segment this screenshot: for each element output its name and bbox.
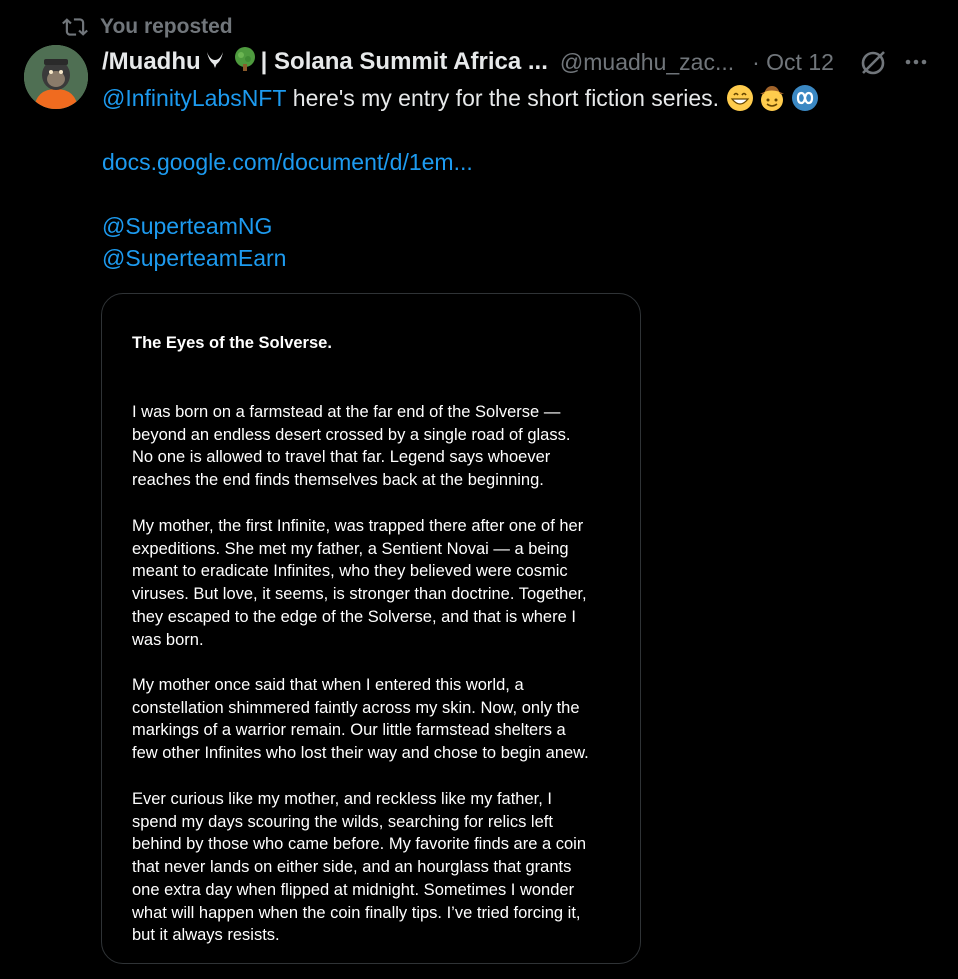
document-line: that never lands on either side, and an … [132, 858, 572, 877]
mention-superteamng[interactable]: @SuperteamNG [102, 210, 272, 242]
tweet-line-1: @InfinityLabsNFT here's my entry for the… [102, 82, 820, 114]
author-handle[interactable]: @muadhu_zac... [560, 49, 734, 76]
document-line: meant to eradicate Infinites, who they b… [132, 562, 568, 581]
tweet-header: /Muadhu | Solana Summit Africa ... @muad… [102, 44, 834, 80]
document-paragraph-2: My mother, the first Infinite, was trapp… [132, 515, 622, 651]
tweet-line-mention-1: @SuperteamNG [102, 210, 820, 242]
tweet-date[interactable]: · Oct 12 [752, 49, 834, 76]
display-name[interactable]: /Muadhu | Solana Summit Africa ... [102, 46, 548, 79]
document-line: few other Infinites who lost their way a… [132, 744, 589, 763]
tweet-line-link: docs.google.com/document/d/1em... [102, 146, 820, 178]
cowboy-emoji-icon [757, 83, 787, 113]
document-line: No one is allowed to travel that far. Le… [132, 448, 551, 467]
horns-emoji-icon [204, 48, 226, 77]
tweet-line-mention-2: @SuperteamEarn [102, 242, 820, 274]
tweet-text: @InfinityLabsNFT here's my entry for the… [102, 82, 820, 274]
repost-label: You reposted [100, 15, 233, 38]
document-line: spend my days scouring the wilds, search… [132, 812, 553, 831]
document-line: was born. [132, 630, 204, 649]
google-doc-link[interactable]: docs.google.com/document/d/1em... [102, 146, 473, 178]
repost-indicator: You reposted [62, 14, 233, 40]
document-line: what will happen when the coin finally t… [132, 903, 581, 922]
more-options-icon[interactable] [902, 48, 930, 76]
avatar[interactable] [24, 45, 88, 109]
document-line: they escaped to the edge of the Solverse… [132, 607, 576, 626]
document-line: but it always resists. [132, 926, 280, 945]
tweet-main-text: here's my entry for the short fiction se… [286, 85, 720, 111]
infinity-emoji-icon [790, 83, 820, 113]
document-paragraph-1: I was born on a farmstead at the far end… [132, 401, 622, 492]
repost-icon [62, 18, 88, 36]
display-name-text: /Muadhu [102, 48, 201, 75]
document-line: Ever curious like my mother, and reckles… [132, 790, 552, 808]
tree-emoji-icon [232, 46, 258, 79]
document-line: viruses. But love, it seems, is stronger… [132, 585, 587, 604]
gorilla-avatar-icon [24, 45, 88, 109]
document-line: I was born on a farmstead at the far end… [132, 403, 561, 421]
document-paragraph-4: Ever curious like my mother, and reckles… [132, 788, 622, 947]
document-line: My mother, the first Infinite, was trapp… [132, 517, 584, 535]
document-line: expeditions. She met my father, a Sentie… [132, 539, 569, 558]
document-line: reaches the end finds themselves back at… [132, 471, 544, 490]
grin-emoji-icon [726, 84, 754, 112]
grok-icon[interactable] [858, 48, 888, 78]
document-line: constellation shimmered faintly across m… [132, 698, 580, 717]
document-line: beyond an endless desert crossed by a si… [132, 425, 571, 444]
document-line: markings of a warrior remain. Our little… [132, 721, 566, 740]
document-line: My mother once said that when I entered … [132, 676, 524, 694]
document-title: The Eyes of the Solverse. [132, 334, 332, 352]
document-paragraph-3: My mother once said that when I entered … [132, 674, 622, 765]
document-line: one extra day when flipped at midnight. … [132, 880, 575, 899]
display-name-suffix: | Solana Summit Africa ... [260, 48, 548, 75]
mention-superteamearn[interactable]: @SuperteamEarn [102, 242, 286, 274]
mention-infinitylabs[interactable]: @InfinityLabsNFT [102, 82, 286, 114]
attached-image-card[interactable]: The Eyes of the Solverse. I was born on … [101, 293, 641, 964]
document-line: behind by those who came before. My favo… [132, 835, 586, 854]
tweet[interactable]: You reposted /Muadhu | Solana Summit Afr… [0, 0, 958, 979]
